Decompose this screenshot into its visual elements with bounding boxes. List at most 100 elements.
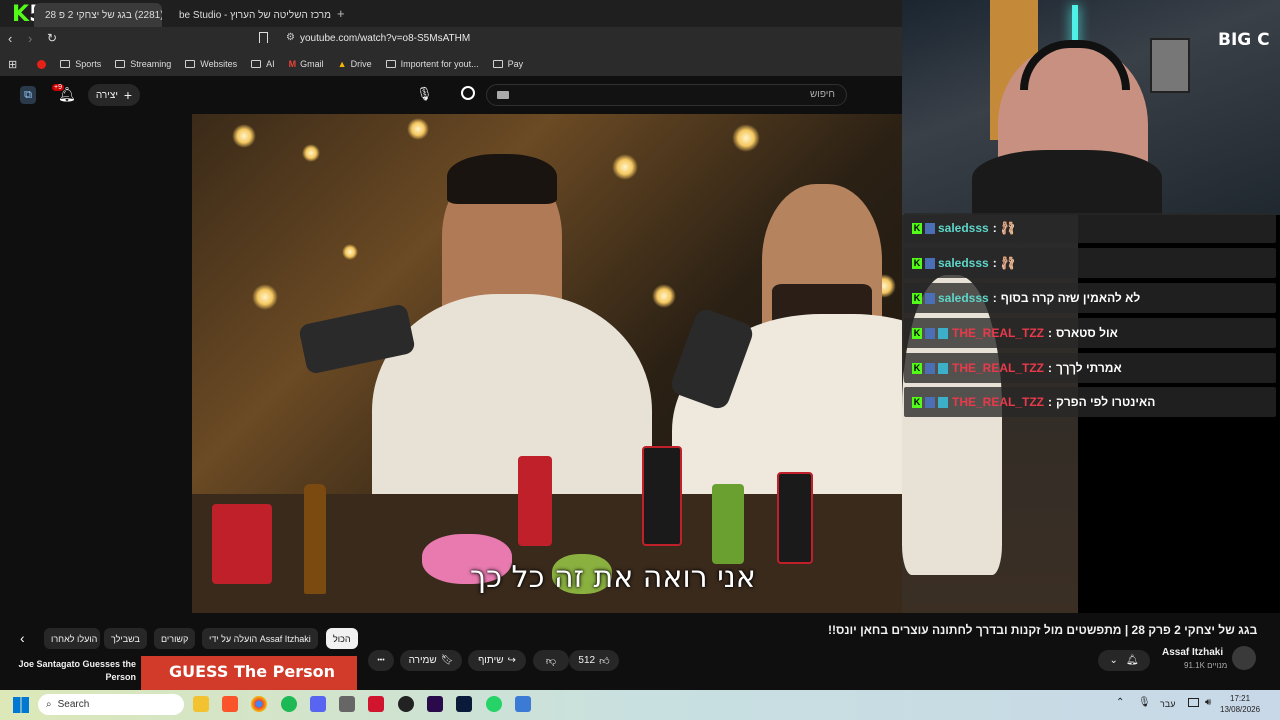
subscribed-button[interactable]: ⌄ 🔔︎: [1098, 650, 1150, 671]
recommended-video-thumbnail[interactable]: GUESS The Person: [141, 656, 357, 690]
site-info-icon[interactable]: ⚙: [286, 32, 295, 43]
volume-icon[interactable]: 🔊︎: [1205, 697, 1211, 708]
sub-badge-icon: [925, 222, 935, 234]
chip-all[interactable]: הכול: [326, 628, 358, 649]
chrome-icon[interactable]: [251, 696, 267, 712]
chat-message: K THE_REAL_TZZ: האינטרו לפי הפרק: [904, 387, 1276, 417]
bookmark-importent[interactable]: Importent for yout...: [385, 59, 479, 69]
bookmark-label: Gmail: [300, 59, 324, 69]
bookmark-ai[interactable]: AI: [251, 59, 275, 69]
dislike-button[interactable]: 👎︎: [533, 650, 569, 671]
voice-search-icon[interactable]: 🎙︎: [416, 86, 433, 104]
folder-icon: [492, 60, 503, 68]
new-tab-button[interactable]: +: [337, 6, 345, 21]
thumbs-up-icon: 👍︎: [599, 655, 610, 667]
bookmark-sports[interactable]: Sports: [60, 59, 101, 69]
chat-emote: 🩰: [1000, 221, 1016, 235]
mic-icon[interactable]: 🎙︎: [1138, 697, 1151, 708]
chat-username: THE_REAL_TZZ: [952, 361, 1045, 375]
bookmark-websites[interactable]: Websites: [185, 59, 237, 69]
clock-time: 17:21: [1230, 694, 1251, 703]
bokeh-light: [652, 284, 676, 308]
windows-taskbar: [0, 690, 1280, 720]
kick-badge-icon: K: [912, 396, 922, 408]
sub-badge-icon: [925, 327, 935, 339]
reload-icon[interactable]: ↻: [47, 31, 57, 45]
create-button[interactable]: יצירה +: [88, 84, 140, 106]
bookmark-gmail[interactable]: M Gmail: [289, 59, 324, 69]
bookmark-label: Pay: [507, 59, 524, 69]
premiere-pro-icon[interactable]: [427, 696, 443, 712]
chip-recently-uploaded[interactable]: הועלו לאחרו: [44, 628, 100, 649]
guest-left-hair: [447, 154, 557, 204]
save-button[interactable]: שמירה 🔖︎: [400, 650, 462, 671]
search-icon[interactable]: [461, 86, 475, 100]
network-icon[interactable]: [1188, 698, 1199, 707]
bell-icon: 🔔︎: [1125, 655, 1139, 666]
chip-uploaded-by[interactable]: הועלה על ידי Assaf Itzhaki: [202, 628, 318, 649]
youtube-bookmark-icon[interactable]: [37, 59, 47, 69]
url-field[interactable]: youtube.com/watch?v=o8-S5MsATHM: [300, 33, 470, 44]
obs-icon[interactable]: [398, 696, 414, 712]
back-icon[interactable]: ‹: [8, 31, 12, 46]
file-explorer-icon[interactable]: [193, 696, 209, 712]
search-input[interactable]: [486, 84, 847, 106]
chat-username: saledsss: [938, 221, 989, 235]
taskbar-search[interactable]: ⌕ Search: [38, 694, 184, 715]
clock-date: 13/08/2026: [1220, 705, 1261, 714]
chat-message: K saledsss: 🩰: [904, 213, 1276, 243]
tab-youtube-studio[interactable]: מרכז השליטה של הערוץ - be Studio: [168, 3, 336, 27]
streamer-shirt: [972, 150, 1162, 215]
notepad-icon[interactable]: [515, 696, 531, 712]
recommended-video-title[interactable]: Joe Santagato Guesses the Person: [12, 658, 136, 684]
share-button[interactable]: שיתוף ↪: [468, 650, 526, 671]
spotify-icon[interactable]: [281, 696, 297, 712]
chip-related[interactable]: קשורים: [154, 628, 196, 649]
bokeh-light: [407, 118, 429, 140]
create-label: יצירה: [95, 89, 118, 101]
kick-badge-icon: K: [912, 327, 922, 339]
whatsapp-icon[interactable]: [486, 696, 502, 712]
save-label: שמירה: [408, 655, 437, 666]
video-player[interactable]: [192, 114, 902, 613]
windows-start-icon[interactable]: [13, 697, 29, 713]
media-app-icon[interactable]: [368, 696, 384, 712]
apps-grid-icon[interactable]: ⊞: [8, 58, 17, 71]
video-subtitle: אני רואה את זה כל כך: [470, 560, 756, 595]
bokeh-light: [252, 284, 278, 310]
chat-text: האינטרו לפי הפרק: [1056, 395, 1156, 409]
bookmark-streaming[interactable]: Streaming: [115, 59, 171, 69]
bookmark-label: Drive: [350, 59, 372, 69]
tray-chevron-up-icon[interactable]: ⌃: [1116, 697, 1124, 708]
chips-scroll-left-icon[interactable]: ‹: [20, 630, 25, 646]
more-actions-button[interactable]: •••: [368, 650, 394, 671]
folder-icon: [60, 60, 71, 68]
language-indicator[interactable]: עבר: [1160, 699, 1175, 709]
bookmark-label: Streaming: [130, 59, 172, 69]
bookmark-pay[interactable]: Pay: [492, 59, 524, 69]
photoshop-icon[interactable]: [456, 696, 472, 712]
taskbar-search-label: Search: [57, 699, 90, 710]
like-button[interactable]: 512 👍︎: [569, 650, 619, 671]
folder-icon: [251, 60, 262, 68]
bookmark-star-icon[interactable]: [259, 32, 268, 43]
share-icon: ↪: [507, 655, 516, 666]
chat-message: K THE_REAL_TZZ: אול סטארס: [904, 318, 1276, 348]
channel-name[interactable]: Assaf Itzhaki: [1162, 647, 1223, 658]
bokeh-light: [232, 124, 256, 148]
extension-icon[interactable]: ⧉: [20, 86, 36, 104]
tab-youtube-video[interactable]: (2281) בגג של יצחקי 2 פ 28 ✕: [34, 3, 162, 27]
keyboard-icon[interactable]: [497, 91, 509, 99]
discord-icon[interactable]: [310, 696, 326, 712]
bookmark-label: AI: [266, 59, 275, 69]
brave-icon[interactable]: [222, 696, 238, 712]
settings-icon[interactable]: [339, 696, 355, 712]
bookmark-drive[interactable]: ▲ Drive: [338, 59, 372, 69]
system-clock[interactable]: 17:21 13/08/2026: [1220, 693, 1260, 715]
chip-for-you[interactable]: בשבילך: [104, 628, 147, 649]
forward-icon[interactable]: ›: [28, 31, 32, 46]
channel-avatar[interactable]: [1232, 646, 1256, 670]
subscriber-count: 91.1K מנויים: [1184, 661, 1228, 670]
chat-text: אול סטארס: [1056, 326, 1118, 340]
bokeh-light: [732, 124, 760, 152]
